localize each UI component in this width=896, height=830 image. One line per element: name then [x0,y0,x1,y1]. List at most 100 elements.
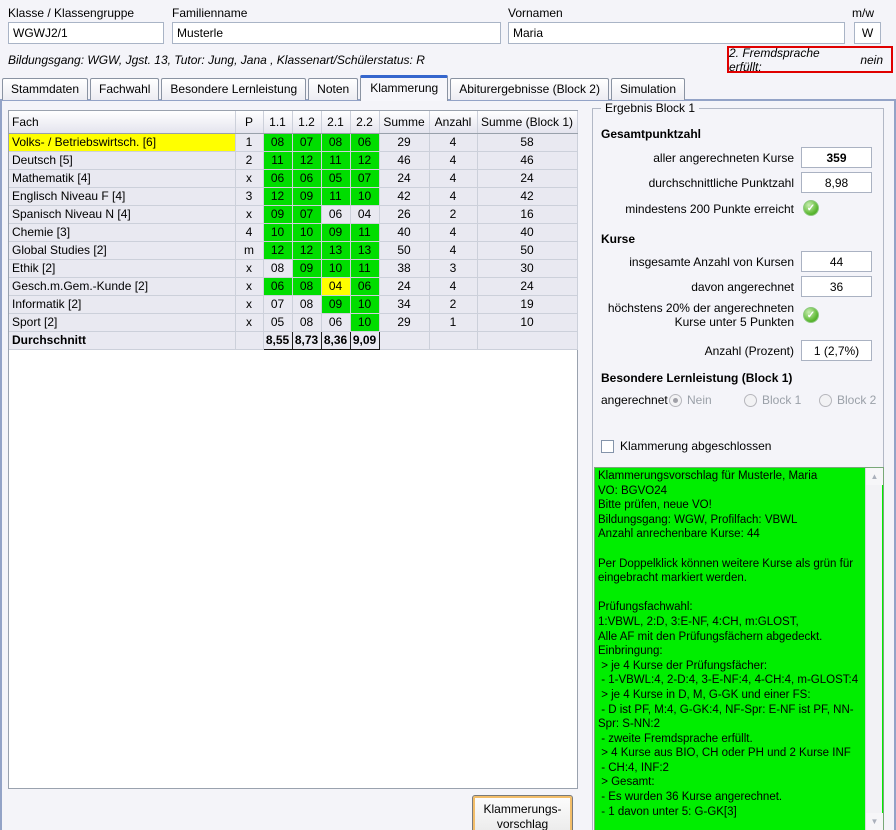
table-row[interactable]: Gesch.m.Gem.-Kunde [2]x0608040624424 [9,277,577,295]
fach-cell[interactable]: Sport [2] [9,313,235,331]
fach-cell[interactable]: Ethik [2] [9,259,235,277]
block1-cell [477,331,577,349]
grade-cell[interactable]: 12 [292,151,321,169]
grade-cell[interactable]: 11 [321,187,350,205]
fach-cell[interactable]: Gesch.m.Gem.-Kunde [2] [9,277,235,295]
grade-cell[interactable]: 06 [321,313,350,331]
tab-simulation[interactable]: Simulation [611,78,685,100]
grade-cell[interactable]: 06 [292,169,321,187]
durchschnitt-label-cell: Durchschnitt [9,331,235,349]
fach-cell[interactable]: Englisch Niveau F [4] [9,187,235,205]
anzahl-cell: 4 [429,133,477,151]
grade-cell[interactable]: 07 [292,205,321,223]
anzahl-cell: 2 [429,295,477,313]
gesamtpunktzahl-title: Gesamtpunktzahl [601,127,701,141]
fach-cell[interactable]: Deutsch [5] [9,151,235,169]
grade-cell[interactable]: 10 [350,313,379,331]
grade-cell[interactable]: 13 [350,241,379,259]
klammerung-abgeschlossen-row[interactable]: Klammerung abgeschlossen [601,439,771,453]
scroll-down-icon[interactable]: ▼ [866,813,883,830]
table-row[interactable]: Informatik [2]x0708091034219 [9,295,577,313]
table-row[interactable]: Mathematik [4]x0606050724424 [9,169,577,187]
table-row[interactable]: Spanisch Niveau N [4]x0907060426216 [9,205,577,223]
fach-cell[interactable]: Chemie [3] [9,223,235,241]
grade-cell[interactable]: 09 [321,223,350,241]
grade-cell[interactable]: 07 [292,133,321,151]
klammerungsvorschlag-button[interactable]: Klammerungs- vorschlag [472,795,573,830]
grade-cell[interactable]: 08 [321,133,350,151]
geschlecht-input[interactable] [854,22,881,44]
table-row[interactable]: Englisch Niveau F [4]31209111042442 [9,187,577,205]
grade-cell[interactable]: 10 [350,187,379,205]
grade-cell[interactable]: 12 [263,187,292,205]
summe-cell: 24 [379,169,429,187]
grade-cell[interactable]: 09 [292,187,321,205]
familienname-input[interactable] [172,22,501,44]
grade-cell[interactable]: 08 [292,277,321,295]
grade-cell[interactable]: 11 [263,151,292,169]
anzahl-cell: 4 [429,241,477,259]
tab-stammdaten[interactable]: Stammdaten [2,78,88,100]
fach-cell[interactable]: Spanisch Niveau N [4] [9,205,235,223]
grade-cell[interactable]: 12 [350,151,379,169]
anzahl-cell: 4 [429,187,477,205]
klammerungsvorschlag-textarea[interactable]: Klammerungsvorschlag für Musterle, Maria… [594,467,884,830]
grade-cell[interactable]: 10 [321,259,350,277]
grade-cell[interactable]: 12 [292,241,321,259]
anzahl-cell: 4 [429,169,477,187]
p-cell: x [235,313,263,331]
klammerung-abgeschlossen-checkbox[interactable] [601,440,614,453]
grade-cell[interactable]: 11 [350,259,379,277]
grade-cell[interactable]: 05 [321,169,350,187]
fach-cell[interactable]: Global Studies [2] [9,241,235,259]
durchschnitt-row: Durchschnitt8,558,738,369,09 [9,331,577,349]
grade-cell[interactable]: 08 [263,259,292,277]
grade-cell[interactable]: 09 [292,259,321,277]
grade-cell[interactable]: 06 [263,169,292,187]
column-header: P [235,111,263,133]
table-row[interactable]: Deutsch [5]21112111246446 [9,151,577,169]
table-row[interactable]: Sport [2]x0508061029110 [9,313,577,331]
summe-cell: 34 [379,295,429,313]
block1-cell: 50 [477,241,577,259]
grade-cell[interactable]: 05 [263,313,292,331]
grade-cell[interactable]: 10 [292,223,321,241]
grade-cell[interactable]: 11 [321,151,350,169]
grade-cell[interactable]: 13 [321,241,350,259]
table-row[interactable]: Volks- / Betriebswirtsch. [6]10807080629… [9,133,577,151]
grade-cell[interactable]: 04 [321,277,350,295]
grade-cell[interactable]: 06 [263,277,292,295]
grade-cell[interactable]: 08 [292,313,321,331]
fremdsprache-alert-label: 2. Fremdsprache erfüllt: [729,46,849,74]
grade-cell[interactable]: 07 [263,295,292,313]
grade-cell[interactable]: 04 [350,205,379,223]
grade-cell[interactable]: 10 [350,295,379,313]
tab-abiturergebnisse-block-2[interactable]: Abiturergebnisse (Block 2) [450,78,609,100]
tab-noten[interactable]: Noten [308,78,358,100]
table-row[interactable]: Ethik [2]x0809101138330 [9,259,577,277]
p-cell: x [235,169,263,187]
fach-cell[interactable]: Volks- / Betriebswirtsch. [6] [9,133,235,151]
tab-klammerung[interactable]: Klammerung [360,75,448,101]
grade-cell[interactable]: 11 [350,223,379,241]
grade-cell[interactable]: 08 [292,295,321,313]
grade-cell[interactable]: 12 [263,241,292,259]
table-row[interactable]: Chemie [3]41010091140440 [9,223,577,241]
klasse-input[interactable] [8,22,164,44]
vornamen-input[interactable] [508,22,845,44]
grade-cell[interactable]: 08 [263,133,292,151]
grade-cell[interactable]: 09 [321,295,350,313]
grade-cell[interactable]: 06 [321,205,350,223]
grade-cell[interactable]: 09 [263,205,292,223]
fach-cell[interactable]: Mathematik [4] [9,169,235,187]
fach-cell[interactable]: Informatik [2] [9,295,235,313]
grade-cell[interactable]: 07 [350,169,379,187]
scroll-up-icon[interactable]: ▲ [866,468,883,485]
tab-besondere-lernleistung[interactable]: Besondere Lernleistung [161,78,306,100]
suggestion-scrollbar[interactable]: ▲ ▼ [865,468,882,830]
grade-cell[interactable]: 10 [263,223,292,241]
grade-cell[interactable]: 06 [350,277,379,295]
tab-fachwahl[interactable]: Fachwahl [90,78,159,100]
table-row[interactable]: Global Studies [2]m1212131350450 [9,241,577,259]
grade-cell[interactable]: 06 [350,133,379,151]
